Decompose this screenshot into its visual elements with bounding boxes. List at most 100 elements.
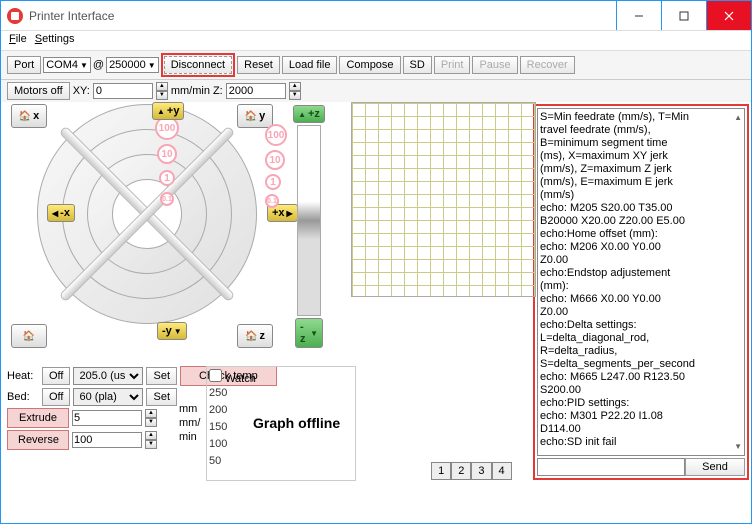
port-button[interactable]: Port bbox=[7, 56, 41, 74]
send-button[interactable]: Send bbox=[685, 458, 745, 476]
mmmin-label: mm/min bbox=[171, 85, 210, 97]
console-line: (mm/s), E=maximum E jerk bbox=[540, 176, 742, 189]
console-line: (mm/s), Z=maximum Z jerk bbox=[540, 163, 742, 176]
bed-label: Bed: bbox=[7, 391, 39, 403]
jog-plus-y[interactable]: +y bbox=[152, 102, 184, 120]
console-line: echo: M206 X0.00 Y0.00 bbox=[540, 241, 742, 254]
console-output: ▲ ▼ S=Min feedrate (mm/s), T=Mintravel f… bbox=[537, 108, 745, 456]
step-10[interactable]: 10 bbox=[157, 144, 177, 164]
jog-plus-z[interactable]: +z bbox=[293, 105, 325, 123]
console-line: (mm/s) bbox=[540, 189, 742, 202]
home-icon bbox=[19, 110, 31, 122]
minimize-button[interactable] bbox=[616, 1, 661, 30]
loadfile-button[interactable]: Load file bbox=[282, 56, 338, 74]
disconnect-highlight: Disconnect bbox=[161, 53, 235, 77]
z-label: Z: bbox=[213, 85, 223, 97]
home-icon bbox=[245, 330, 257, 342]
console-line: echo: M205 S20.00 T35.00 bbox=[540, 202, 742, 215]
step-01[interactable]: 0.1 bbox=[160, 192, 174, 206]
console-line: echo:Delta settings: bbox=[540, 319, 742, 332]
extrude-speed-spinner[interactable]: ▲▼ bbox=[145, 431, 157, 449]
page-2[interactable]: 2 bbox=[451, 462, 471, 480]
sd-button[interactable]: SD bbox=[403, 56, 432, 74]
console-line: echo:Home offset (mm): bbox=[540, 228, 742, 241]
console-line: S=Min feedrate (mm/s), T=Min bbox=[540, 111, 742, 124]
maximize-button[interactable] bbox=[661, 1, 706, 30]
console-line: Z0.00 bbox=[540, 306, 742, 319]
zstep-100[interactable]: 100 bbox=[265, 124, 287, 146]
gcode-preview-grid bbox=[351, 102, 536, 297]
z-spinner[interactable]: ▲▼ bbox=[289, 82, 301, 100]
menu-settings[interactable]: Settings bbox=[35, 33, 75, 48]
xy-label: XY: bbox=[73, 85, 90, 97]
console-line: D114.00 bbox=[540, 423, 742, 436]
home-z-button[interactable]: z bbox=[237, 324, 273, 348]
heat-off-button[interactable]: Off bbox=[42, 367, 70, 385]
jog-minus-z[interactable]: -z bbox=[295, 318, 323, 348]
app-icon bbox=[7, 8, 23, 24]
baud-combo[interactable]: 250000▼ bbox=[106, 57, 159, 73]
scroll-up-icon[interactable]: ▲ bbox=[734, 111, 742, 124]
z-gradient bbox=[297, 125, 321, 316]
extrude-speed-input[interactable] bbox=[72, 432, 142, 448]
motors-off-button[interactable]: Motors off bbox=[7, 82, 70, 100]
console-line: B20000 X20.00 Z20.00 E5.00 bbox=[540, 215, 742, 228]
home-all-button[interactable] bbox=[11, 324, 47, 348]
port-combo[interactable]: COM4▼ bbox=[43, 57, 91, 73]
console-line: echo:SD init fail bbox=[540, 436, 742, 449]
zstep-01[interactable]: 0.1 bbox=[265, 194, 279, 208]
reset-button[interactable]: Reset bbox=[237, 56, 280, 74]
disconnect-button[interactable]: Disconnect bbox=[164, 56, 232, 74]
page-1[interactable]: 1 bbox=[431, 462, 451, 480]
menu-file[interactable]: File bbox=[9, 33, 27, 48]
jog-minus-y[interactable]: -y bbox=[157, 322, 187, 340]
heat-label: Heat: bbox=[7, 370, 39, 382]
bed-preset-select[interactable]: 60 (pla) bbox=[73, 388, 143, 406]
pause-button[interactable]: Pause bbox=[472, 56, 517, 74]
print-button[interactable]: Print bbox=[434, 56, 471, 74]
window-title: Printer Interface bbox=[29, 9, 616, 23]
zstep-1[interactable]: 1 bbox=[265, 174, 281, 190]
z-input[interactable] bbox=[226, 83, 286, 99]
xy-spinner[interactable]: ▲▼ bbox=[156, 82, 168, 100]
console-line: echo:Endstop adjustement bbox=[540, 267, 742, 280]
scroll-down-icon[interactable]: ▼ bbox=[734, 440, 742, 453]
console-line: (mm): bbox=[540, 280, 742, 293]
console-line: echo:PID settings: bbox=[540, 397, 742, 410]
watch-label: Watch bbox=[225, 373, 256, 385]
reverse-button[interactable]: Reverse bbox=[7, 430, 69, 450]
baud-value: 250000 bbox=[109, 59, 146, 71]
console-line: B=minimum segment time bbox=[540, 137, 742, 150]
console-line: S=delta_segments_per_second bbox=[540, 358, 742, 371]
console-line: Z0.00 bbox=[540, 254, 742, 267]
console-line: (ms), X=maximum XY jerk bbox=[540, 150, 742, 163]
bed-off-button[interactable]: Off bbox=[42, 388, 70, 406]
axis-y-label: y bbox=[259, 110, 265, 122]
axis-z-label: z bbox=[259, 330, 265, 342]
console-line: S200.00 bbox=[540, 384, 742, 397]
xy-input[interactable] bbox=[93, 83, 153, 99]
heat-preset-select[interactable]: 205.0 (use bbox=[73, 367, 143, 385]
close-button[interactable] bbox=[706, 1, 751, 30]
zstep-10[interactable]: 10 bbox=[265, 150, 285, 170]
page-4[interactable]: 4 bbox=[492, 462, 512, 480]
compose-button[interactable]: Compose bbox=[339, 56, 400, 74]
extrude-button[interactable]: Extrude bbox=[7, 408, 69, 428]
console-line: echo: M666 X0.00 Y0.00 bbox=[540, 293, 742, 306]
step-1[interactable]: 1 bbox=[159, 170, 175, 186]
console-line: L=delta_diagonal_rod, bbox=[540, 332, 742, 345]
console-line: travel feedrate (mm/s), bbox=[540, 124, 742, 137]
jog-minus-x[interactable]: -x bbox=[47, 204, 75, 222]
bed-set-button[interactable]: Set bbox=[146, 388, 177, 406]
page-3[interactable]: 3 bbox=[471, 462, 491, 480]
extrude-length-input[interactable] bbox=[72, 410, 142, 426]
heat-set-button[interactable]: Set bbox=[146, 367, 177, 385]
graph-offline-text: Graph offline bbox=[253, 415, 340, 431]
jog-wheel[interactable]: 100 10 1 0.1 +y -y +x -x bbox=[37, 104, 257, 324]
command-input[interactable] bbox=[537, 458, 685, 476]
recover-button[interactable]: Recover bbox=[520, 56, 575, 74]
extrude-len-spinner[interactable]: ▲▼ bbox=[145, 409, 157, 427]
temp-graph: Watch 25020015010050 Graph offline bbox=[206, 366, 356, 481]
home-icon bbox=[23, 330, 35, 342]
watch-checkbox[interactable] bbox=[209, 369, 222, 382]
